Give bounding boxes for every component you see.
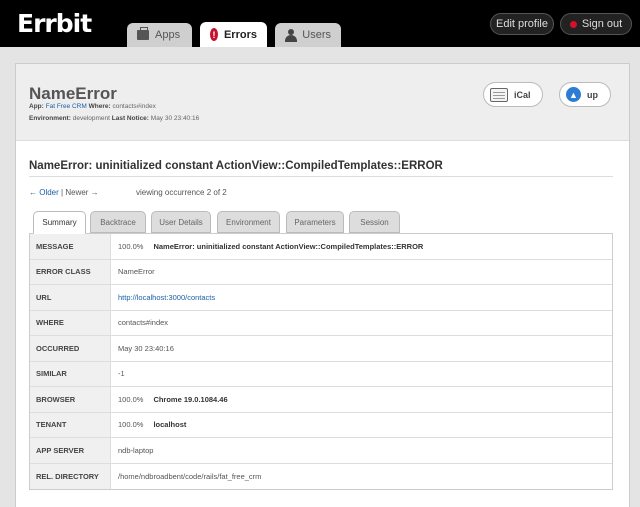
up-label: up xyxy=(587,89,598,100)
up-button[interactable]: ▲ up xyxy=(559,82,611,107)
row-value: NameError xyxy=(118,267,155,277)
row-key: APP SERVER xyxy=(30,438,111,463)
edit-profile-button[interactable]: Edit profile xyxy=(490,13,554,35)
tab-user-details[interactable]: User Details xyxy=(151,211,211,233)
url-link[interactable]: http://localhost:3000/contacts xyxy=(118,293,215,302)
table-row: ERROR CLASS NameError xyxy=(30,259,612,285)
row-key: BROWSER xyxy=(30,387,111,412)
row-value: ndb-laptop xyxy=(118,445,154,455)
row-value: May 30 23:40:16 xyxy=(118,343,174,353)
tab-environment[interactable]: Environment xyxy=(217,211,280,233)
row-key: URL xyxy=(30,285,111,310)
problem-meta-env: Environment: development Last Notice: Ma… xyxy=(29,115,200,122)
table-row: WHERE contacts#index xyxy=(30,310,612,336)
briefcase-icon xyxy=(137,27,149,40)
row-key: TENANT xyxy=(30,412,111,437)
user-icon xyxy=(285,28,298,42)
table-row: APP SERVER ndb-laptop xyxy=(30,438,612,464)
newer-label: Newer → xyxy=(65,188,99,197)
tab-parameters[interactable]: Parameters xyxy=(286,211,344,233)
nav-tab-users[interactable]: Users xyxy=(275,23,341,47)
row-key: ERROR CLASS xyxy=(30,259,111,284)
row-value: 100.0% localhost xyxy=(118,420,187,430)
row-value: 100.0% NameError: uninitialized constant… xyxy=(118,241,424,251)
row-value: /home/ndbroadbent/code/rails/fat_free_cr… xyxy=(118,471,262,481)
content-panel: NameError App: Fat Free CRM Where: conta… xyxy=(15,63,630,507)
occurrence-pager: ← Older | Newer → xyxy=(29,188,99,197)
summary-table: MESSAGE 100.0% NameError: uninitialized … xyxy=(29,233,613,490)
table-row: OCCURRED May 30 23:40:16 xyxy=(30,336,612,362)
error-icon: ! xyxy=(210,28,218,41)
nav-tab-label: Users xyxy=(302,29,331,41)
occurrence-count: viewing occurrence 2 of 2 xyxy=(136,188,227,197)
row-value: http://localhost:3000/contacts xyxy=(111,285,612,310)
top-bar: Errbit Apps ! Errors Users Edit profile … xyxy=(0,0,640,47)
divider xyxy=(29,176,613,177)
sign-out-dot-icon xyxy=(569,20,577,28)
tab-backtrace[interactable]: Backtrace xyxy=(90,211,146,233)
older-link[interactable]: ← Older xyxy=(29,188,59,197)
table-row: URL http://localhost:3000/contacts xyxy=(30,285,612,311)
problem-title: NameError xyxy=(29,84,117,103)
table-row: REL. DIRECTORY /home/ndbroadbent/code/ra… xyxy=(30,463,612,489)
row-key: REL. DIRECTORY xyxy=(30,463,111,489)
row-key: OCCURRED xyxy=(30,336,111,361)
nav-tab-label: Apps xyxy=(155,29,181,41)
row-key: SIMILAR xyxy=(30,361,111,386)
error-message-title: NameError: uninitialized constant Action… xyxy=(29,160,443,172)
row-value: 100.0% Chrome 19.0.1084.46 xyxy=(118,394,228,404)
tab-summary[interactable]: Summary xyxy=(33,211,86,234)
ical-button[interactable]: iCal xyxy=(483,82,543,107)
problem-meta-app: App: Fat Free CRM Where: contacts#index xyxy=(29,103,156,110)
nav-tab-errors[interactable]: ! Errors xyxy=(200,22,267,47)
tab-session[interactable]: Session xyxy=(349,211,400,233)
row-value: -1 xyxy=(118,369,125,379)
row-key: WHERE xyxy=(30,310,111,335)
table-row: MESSAGE 100.0% NameError: uninitialized … xyxy=(30,234,612,260)
sign-out-label: Sign out xyxy=(581,18,623,30)
app-link[interactable]: Fat Free CRM xyxy=(46,103,87,110)
sign-out-button[interactable]: Sign out xyxy=(560,13,632,35)
table-row: BROWSER 100.0% Chrome 19.0.1084.46 xyxy=(30,387,612,413)
edit-profile-label: Edit profile xyxy=(496,18,548,30)
row-key: MESSAGE xyxy=(30,234,111,259)
table-row: TENANT 100.0% localhost xyxy=(30,412,612,438)
row-value: contacts#index xyxy=(118,318,169,328)
ical-label: iCal xyxy=(514,89,531,100)
table-row: SIMILAR -1 xyxy=(30,361,612,387)
nav-tab-apps[interactable]: Apps xyxy=(127,23,192,47)
problem-header: NameError App: Fat Free CRM Where: conta… xyxy=(16,64,629,141)
calendar-icon xyxy=(490,87,508,102)
arrow-up-icon: ▲ xyxy=(566,87,581,102)
errbit-logo[interactable]: Errbit xyxy=(17,9,92,38)
nav-tab-label: Errors xyxy=(223,28,257,41)
